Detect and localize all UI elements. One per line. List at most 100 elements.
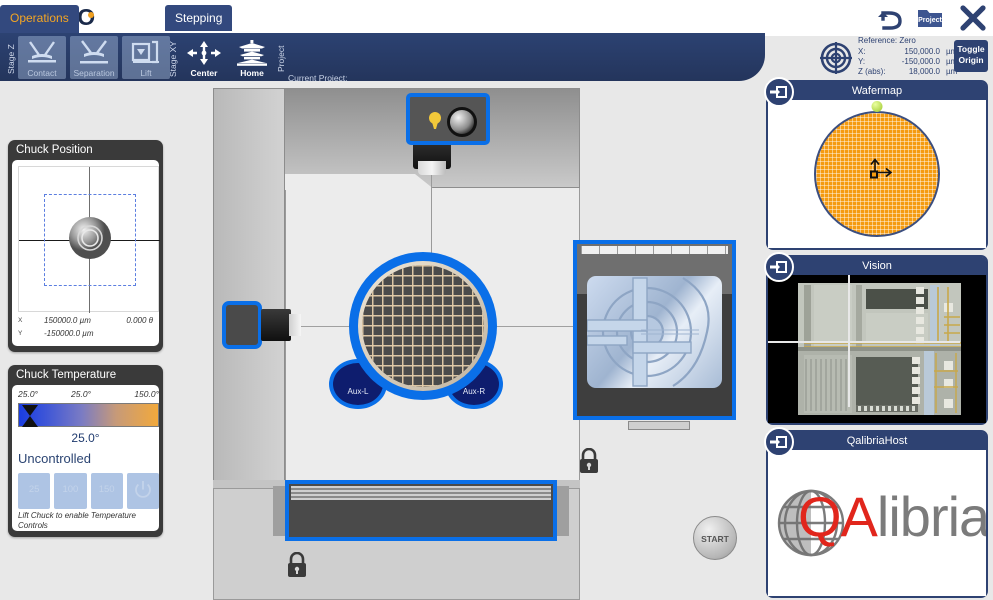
start-button[interactable]: START xyxy=(693,516,737,560)
tab-operations[interactable]: Operations xyxy=(0,5,79,36)
operations-toolbar: Stage Z Contact Separation Lift Stage XY… xyxy=(0,33,765,97)
chuck-position-row-y: Y -150000.0 µm xyxy=(18,329,153,342)
chuck-position-readout: X 150000.0 µm 0.000 θ Y -150000.0 µm xyxy=(18,316,153,342)
toolbar-contact-label: Contact xyxy=(27,68,57,78)
camera-lens-icon xyxy=(447,107,477,137)
vision-microscope-image xyxy=(798,283,961,415)
reference-row-z: Z (abs): 18,000.0 µm xyxy=(858,67,957,76)
right-station-foot xyxy=(628,421,690,430)
contact-icon xyxy=(22,40,62,71)
temperature-scale-max: 150.0° xyxy=(134,389,159,399)
lock-drawer-icon[interactable] xyxy=(286,551,308,583)
chuck-wafer xyxy=(362,265,484,387)
chuck-position-theta-value: 0.000 θ xyxy=(126,316,153,325)
vision-body[interactable] xyxy=(768,275,986,423)
toolbar-group-project: Project xyxy=(276,45,286,73)
temperature-scale-min: 25.0° xyxy=(18,389,38,399)
temperature-scale-mid: 25.0° xyxy=(71,389,91,399)
side-camera-tip xyxy=(289,314,301,336)
restore-panel-icon[interactable] xyxy=(764,252,794,282)
center-arrows-icon xyxy=(186,40,222,71)
vision-crosshair-horizontal xyxy=(768,341,960,343)
toolbar-separation-button[interactable]: Separation xyxy=(70,36,118,79)
toggle-origin-line2: Origin xyxy=(958,55,984,65)
chuck-temperature-body: 25.0° 25.0° 150.0° 25.0° Uncontrolled 25 xyxy=(12,385,159,531)
undo-icon[interactable] xyxy=(876,4,906,37)
start-button-label: START xyxy=(701,534,729,544)
close-icon[interactable] xyxy=(959,4,987,37)
chuck-position-y-value: -150000.0 µm xyxy=(44,329,94,338)
side-camera-barrel xyxy=(261,309,291,341)
top-microscope-camera[interactable] xyxy=(406,93,490,145)
sentio-application-window: SENTIO Operations Stepping Project xyxy=(0,0,993,600)
reference-y-label: Y: xyxy=(858,57,866,66)
drawer-right-rail xyxy=(557,486,569,536)
chuck-wafer-die-grid xyxy=(362,265,484,387)
temperature-preset-100[interactable]: 100 xyxy=(54,473,87,509)
tab-stepping[interactable]: Stepping xyxy=(165,5,233,31)
toolbar-group-stage-z: Stage Z xyxy=(6,44,16,74)
temperature-current-value: 25.0° xyxy=(71,431,100,445)
qalibria-wordmark-red: QA xyxy=(798,485,878,548)
bottom-drawer-vents xyxy=(291,486,551,500)
machine-chamber-notch xyxy=(285,174,435,190)
temperature-state: Uncontrolled xyxy=(18,451,91,466)
logo-accent-dot xyxy=(88,12,94,18)
temperature-preset-100-label: 100 xyxy=(62,484,79,495)
lock-station-icon[interactable] xyxy=(578,447,600,479)
temperature-marker-icon xyxy=(20,405,40,427)
temperature-preset-150[interactable]: 150 xyxy=(90,473,123,509)
right-station-rail xyxy=(581,246,728,254)
reference-x-value: 150,000.0 xyxy=(904,47,940,56)
chuck-position-body: X 150000.0 µm 0.000 θ Y -150000.0 µm xyxy=(12,160,160,346)
chuck-position-plot[interactable] xyxy=(18,166,160,313)
chuck-temperature-title: Chuck Temperature xyxy=(16,369,117,381)
toolbar-center-button[interactable]: Center xyxy=(180,36,228,79)
chuck-position-x-key: X xyxy=(18,317,23,324)
wafermap-body[interactable] xyxy=(768,100,986,248)
toolbar-contact-button[interactable]: Contact xyxy=(18,36,66,79)
chuck-position-panel: Chuck Position X 150000.0 µm 0.000 θ Y -… xyxy=(8,140,163,352)
tab-operations-label: Operations xyxy=(10,11,69,25)
project-folder-icon[interactable]: Project xyxy=(916,4,944,37)
reference-header: Reference: Zero xyxy=(858,36,916,45)
qalibria-wordmark-gray: libria xyxy=(876,485,986,548)
wafermap-panel: Wafermap xyxy=(764,77,988,250)
tab-stepping-label: Stepping xyxy=(175,11,223,25)
light-bulb-icon xyxy=(428,110,442,137)
restore-panel-icon[interactable] xyxy=(764,427,794,457)
toggle-origin-button[interactable]: Toggle Origin xyxy=(954,40,988,72)
chuck-wafer-assembly[interactable] xyxy=(349,252,497,400)
side-camera[interactable] xyxy=(222,301,262,349)
toolbar-lift-label: Lift xyxy=(140,68,152,78)
toolbar-center-label: Center xyxy=(190,68,218,78)
temperature-power-button[interactable] xyxy=(126,473,159,509)
machine-left-column xyxy=(213,88,285,488)
reference-target-icon xyxy=(820,42,852,79)
reference-row-y: Y: -150,000.0 µm xyxy=(858,57,957,66)
qalibriahost-panel-title: QalibriaHost xyxy=(768,432,986,450)
right-station-part xyxy=(586,276,722,388)
right-station[interactable] xyxy=(573,240,736,420)
toggle-origin-line1: Toggle xyxy=(957,44,985,54)
bottom-drawer[interactable] xyxy=(285,480,557,541)
chuck-temperature-panel: Chuck Temperature 25.0° 25.0° 150.0° 25.… xyxy=(8,365,163,537)
toolbar-group-stage-xy: Stage XY xyxy=(168,41,178,77)
temperature-preset-buttons: 25 100 150 xyxy=(18,473,159,509)
reference-z-value: 18,000.0 xyxy=(908,67,940,76)
temperature-hint: Lift Chuck to enable Temperature Control… xyxy=(18,511,136,530)
title-bar: SENTIO Operations Stepping Project xyxy=(0,0,993,36)
reference-header-value: Zero xyxy=(899,36,916,45)
reference-x-label: X: xyxy=(858,47,866,56)
restore-panel-icon[interactable] xyxy=(764,77,794,107)
temperature-preset-25[interactable]: 25 xyxy=(18,473,51,509)
drawer-left-rail xyxy=(273,486,285,536)
qalibria-wordmark: QAlibria xyxy=(798,484,986,549)
temperature-preset-25-label: 25 xyxy=(28,484,40,495)
wafermap-position-cursor-icon xyxy=(859,157,895,192)
wafermap-panel-title: Wafermap xyxy=(768,82,986,100)
toolbar-lift-button[interactable]: Lift xyxy=(122,36,170,79)
home-pagoda-icon xyxy=(233,40,271,71)
toolbar-home-button[interactable]: Home xyxy=(228,36,276,79)
temperature-gradient-bar[interactable] xyxy=(18,403,159,427)
